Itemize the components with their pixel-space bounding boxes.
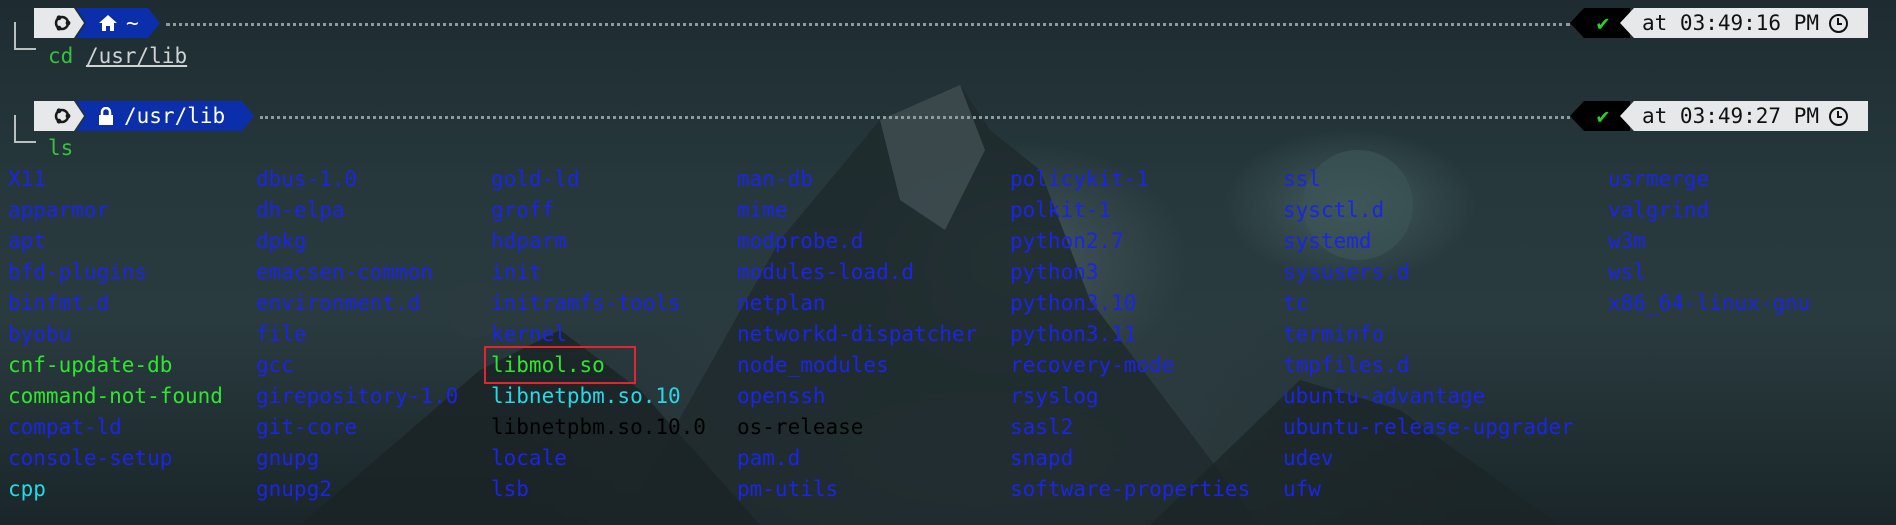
prompt-connector bbox=[14, 115, 36, 143]
file-entry[interactable]: libnetpbm.so.10.0 bbox=[491, 412, 706, 443]
time-segment: at 03:49:16 PM bbox=[1620, 8, 1868, 38]
file-entry[interactable]: modules-load.d bbox=[737, 257, 914, 288]
file-entry[interactable]: locale bbox=[491, 443, 567, 474]
file-entry[interactable]: X11 bbox=[8, 164, 46, 195]
prompt-connector bbox=[14, 22, 36, 50]
file-entry[interactable]: apt bbox=[8, 226, 46, 257]
file-entry[interactable]: python2.7 bbox=[1010, 226, 1124, 257]
prompt-filler bbox=[260, 116, 1570, 119]
file-entry[interactable]: snapd bbox=[1010, 443, 1073, 474]
directory-segment: ~ bbox=[76, 8, 160, 38]
current-path: /usr/lib bbox=[124, 104, 226, 128]
file-entry[interactable]: pam.d bbox=[737, 443, 800, 474]
current-path: ~ bbox=[126, 11, 139, 35]
file-entry[interactable]: ssl bbox=[1283, 164, 1321, 195]
file-entry[interactable]: byobu bbox=[8, 319, 71, 350]
ubuntu-icon bbox=[34, 8, 84, 38]
file-entry[interactable]: gcc bbox=[256, 350, 294, 381]
highlight-box bbox=[484, 346, 636, 384]
file-entry[interactable]: console-setup bbox=[8, 443, 172, 474]
file-entry[interactable]: ubuntu-release-upgrader bbox=[1283, 412, 1574, 443]
clock-icon bbox=[1829, 13, 1849, 33]
time-segment: at 03:49:27 PM bbox=[1620, 101, 1868, 131]
file-entry[interactable]: cpp bbox=[8, 474, 46, 505]
file-entry[interactable]: compat-ld bbox=[8, 412, 122, 443]
file-entry[interactable]: man-db bbox=[737, 164, 813, 195]
command-line-2: ls bbox=[48, 136, 73, 160]
file-entry[interactable]: polkit-1 bbox=[1010, 195, 1111, 226]
file-entry[interactable]: udev bbox=[1283, 443, 1334, 474]
file-entry[interactable]: file bbox=[256, 319, 307, 350]
file-entry[interactable]: recovery-mode bbox=[1010, 350, 1174, 381]
file-entry[interactable]: bfd-plugins bbox=[8, 257, 147, 288]
file-entry[interactable]: dbus-1.0 bbox=[256, 164, 357, 195]
file-entry[interactable]: initramfs-tools bbox=[491, 288, 681, 319]
clock-icon bbox=[1829, 106, 1849, 126]
home-icon bbox=[98, 14, 118, 32]
file-entry[interactable]: groff bbox=[491, 195, 554, 226]
command-line-1: cd /usr/lib bbox=[48, 44, 187, 68]
file-entry[interactable]: sysusers.d bbox=[1283, 257, 1409, 288]
file-entry[interactable]: gnupg bbox=[256, 443, 319, 474]
file-entry[interactable]: openssh bbox=[737, 381, 826, 412]
file-entry[interactable]: w3m bbox=[1608, 226, 1646, 257]
file-entry[interactable]: girepository-1.0 bbox=[256, 381, 458, 412]
file-entry[interactable]: emacsen-common bbox=[256, 257, 433, 288]
prompt-filler bbox=[166, 23, 1570, 26]
file-entry[interactable]: cnf-update-db bbox=[8, 350, 172, 381]
file-entry[interactable]: apparmor bbox=[8, 195, 109, 226]
file-entry[interactable]: usrmerge bbox=[1608, 164, 1709, 195]
file-entry[interactable]: modprobe.d bbox=[737, 226, 863, 257]
file-entry[interactable]: valgrind bbox=[1608, 195, 1709, 226]
file-entry[interactable]: systemd bbox=[1283, 226, 1372, 257]
file-entry[interactable]: software-properties bbox=[1010, 474, 1250, 505]
file-entry[interactable]: lsb bbox=[491, 474, 529, 505]
file-entry[interactable]: pm-utils bbox=[737, 474, 838, 505]
file-entry[interactable]: policykit-1 bbox=[1010, 164, 1149, 195]
file-entry[interactable]: sysctl.d bbox=[1283, 195, 1384, 226]
prompt-line-2: /usr/lib ✔ at 03:49:27 PM bbox=[0, 101, 1896, 143]
file-entry[interactable]: ufw bbox=[1283, 474, 1321, 505]
timestamp: at 03:49:16 PM bbox=[1642, 11, 1820, 35]
directory-segment: /usr/lib bbox=[76, 101, 254, 131]
file-entry[interactable]: command-not-found bbox=[8, 381, 223, 412]
file-entry[interactable]: terminfo bbox=[1283, 319, 1384, 350]
command: ls bbox=[48, 136, 74, 160]
file-entry[interactable]: hdparm bbox=[491, 226, 567, 257]
checkmark-icon: ✔ bbox=[1596, 104, 1610, 128]
file-entry[interactable]: netplan bbox=[737, 288, 826, 319]
file-entry[interactable]: git-core bbox=[256, 412, 357, 443]
prompt-line-1: ~ ✔ at 03:49:16 PM bbox=[0, 8, 1896, 50]
command: cd bbox=[48, 44, 74, 68]
lock-icon bbox=[98, 107, 114, 125]
file-entry[interactable]: dpkg bbox=[256, 226, 307, 257]
file-entry[interactable]: init bbox=[491, 257, 542, 288]
file-entry[interactable]: os-release bbox=[737, 412, 863, 443]
timestamp: at 03:49:27 PM bbox=[1642, 104, 1820, 128]
file-entry[interactable]: rsyslog bbox=[1010, 381, 1099, 412]
file-entry[interactable]: wsl bbox=[1608, 257, 1646, 288]
file-entry[interactable]: binfmt.d bbox=[8, 288, 109, 319]
file-entry[interactable]: node_modules bbox=[737, 350, 889, 381]
file-entry[interactable]: sasl2 bbox=[1010, 412, 1073, 443]
file-entry[interactable]: environment.d bbox=[256, 288, 420, 319]
command-argument-path[interactable]: /usr/lib bbox=[86, 44, 187, 68]
file-entry[interactable]: python3 bbox=[1010, 257, 1099, 288]
file-entry[interactable]: x86_64-linux-gnu bbox=[1608, 288, 1810, 319]
file-entry[interactable]: python3.10 bbox=[1010, 288, 1136, 319]
file-entry[interactable]: dh-elpa bbox=[256, 195, 345, 226]
file-entry[interactable]: networkd-dispatcher bbox=[737, 319, 977, 350]
file-entry[interactable]: python3.11 bbox=[1010, 319, 1136, 350]
file-entry[interactable]: tc bbox=[1283, 288, 1308, 319]
file-entry[interactable]: tmpfiles.d bbox=[1283, 350, 1409, 381]
file-entry[interactable]: libnetpbm.so.10 bbox=[491, 381, 681, 412]
file-entry[interactable]: ubuntu-advantage bbox=[1283, 381, 1485, 412]
file-entry[interactable]: gnupg2 bbox=[256, 474, 332, 505]
file-entry[interactable]: gold-ld bbox=[491, 164, 580, 195]
checkmark-icon: ✔ bbox=[1596, 11, 1610, 35]
ubuntu-icon bbox=[34, 101, 84, 131]
file-entry[interactable]: mime bbox=[737, 195, 788, 226]
